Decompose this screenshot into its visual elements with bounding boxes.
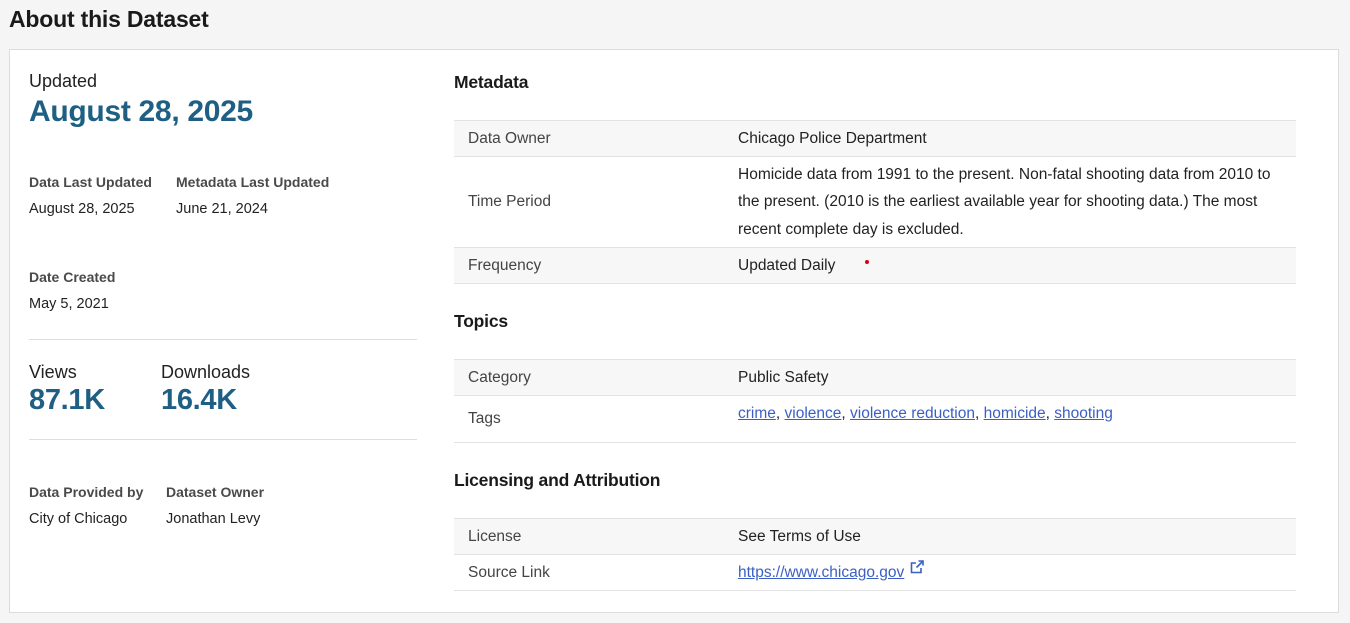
divider — [29, 439, 417, 440]
license-key: License — [468, 527, 522, 545]
frequency-key: Frequency — [468, 256, 542, 274]
source-link-cell: https://www.chicago.gov — [738, 559, 1296, 587]
data-last-updated-label: Data Last Updated — [29, 174, 152, 190]
data-owner-value: Chicago Police Department — [738, 129, 927, 147]
data-provided-by: Data Provided by City of Chicago — [29, 484, 143, 527]
provided-by-value: City of Chicago — [29, 511, 128, 527]
dataset-owner-label: Dataset Owner — [166, 484, 265, 500]
table-row: Tags crime, violence, violence reduction… — [454, 396, 1296, 443]
metadata-section-title: Metadata — [454, 72, 529, 92]
about-dataset-card: Updated August 28, 2025 Data Last Update… — [9, 49, 1339, 613]
tag-link-homicide[interactable]: homicide — [984, 405, 1046, 422]
date-created-value: May 5, 2021 — [29, 296, 109, 312]
topics-table: Category Public Safety Tags crime, viole… — [454, 359, 1296, 443]
category-key: Category — [468, 368, 531, 386]
date-created-label: Date Created — [29, 269, 116, 285]
provided-by-label: Data Provided by — [29, 484, 144, 500]
tag-link-violence-reduction[interactable]: violence reduction — [850, 405, 975, 422]
data-last-updated-value: August 28, 2025 — [29, 201, 135, 217]
external-link-icon[interactable] — [909, 557, 925, 585]
views-value: 87.1K — [29, 384, 105, 416]
updated-date: August 28, 2025 — [29, 95, 253, 128]
page-title: About this Dataset — [9, 6, 209, 32]
frequency-value: Updated Daily — [738, 256, 836, 274]
views-label: Views — [29, 362, 77, 382]
tags-key: Tags — [468, 410, 501, 427]
table-row: Frequency Updated Daily — [454, 248, 1296, 284]
tag-link-violence[interactable]: violence — [785, 405, 842, 422]
downloads-label: Downloads — [161, 362, 251, 382]
license-value: See Terms of Use — [738, 527, 861, 545]
data-owner-key: Data Owner — [468, 129, 551, 147]
data-last-updated: Data Last Updated August 28, 2025 — [29, 174, 152, 217]
metadata-last-updated: Metadata Last Updated June 21, 2024 — [176, 174, 329, 217]
downloads-value: 16.4K — [161, 384, 237, 416]
updated-label: Updated — [29, 71, 98, 91]
category-value: Public Safety — [738, 368, 829, 386]
time-period-value: Homicide data from 1991 to the present. … — [738, 165, 1271, 238]
time-period-key: Time Period — [468, 193, 551, 210]
status-dot-icon — [865, 259, 870, 264]
topics-section-title: Topics — [454, 311, 508, 331]
views-stat: Views 87.1K — [29, 362, 105, 417]
tag-link-crime[interactable]: crime — [738, 405, 776, 422]
table-row: License See Terms of Use — [454, 519, 1296, 555]
metadata-last-updated-label: Metadata Last Updated — [176, 174, 330, 190]
table-row: Category Public Safety — [454, 360, 1296, 396]
divider — [29, 339, 417, 340]
frequency-cell: Updated Daily — [738, 252, 1296, 280]
licensing-table: License See Terms of Use Source Link htt… — [454, 518, 1296, 591]
metadata-table: Data Owner Chicago Police Department Tim… — [454, 120, 1296, 284]
source-link[interactable]: https://www.chicago.gov — [738, 564, 904, 581]
date-created: Date Created May 5, 2021 — [29, 269, 115, 312]
source-link-key: Source Link — [468, 563, 550, 581]
tags-list: crime, violence, violence reduction, hom… — [738, 405, 1113, 422]
dataset-owner: Dataset Owner Jonathan Levy — [166, 484, 264, 527]
metadata-last-updated-value: June 21, 2024 — [176, 201, 268, 217]
dataset-owner-value: Jonathan Levy — [166, 511, 261, 527]
licensing-section-title: Licensing and Attribution — [454, 470, 661, 490]
downloads-stat: Downloads 16.4K — [161, 362, 250, 417]
tag-link-shooting[interactable]: shooting — [1054, 405, 1113, 422]
table-row: Source Link https://www.chicago.gov — [454, 555, 1296, 591]
table-row: Data Owner Chicago Police Department — [454, 121, 1296, 157]
table-row: Time Period Homicide data from 1991 to t… — [454, 157, 1296, 248]
